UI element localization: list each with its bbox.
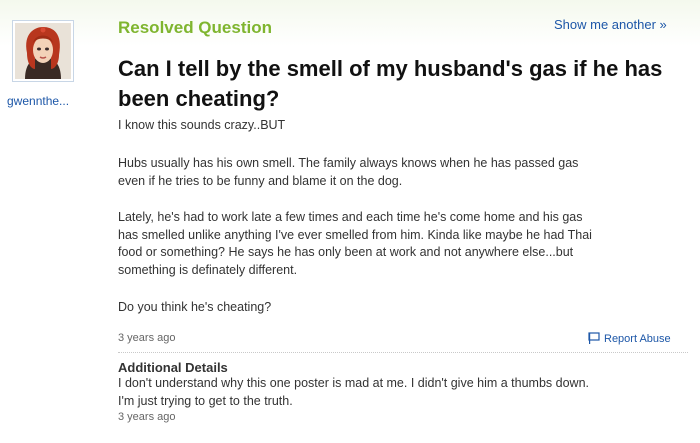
- question-paragraph-4: Do you think he's cheating?: [118, 300, 272, 314]
- resolved-status-label: Resolved Question: [118, 18, 272, 37]
- question-paragraph-2: Hubs usually has his own smell. The fami…: [118, 156, 579, 188]
- report-abuse-label: Report Abuse: [604, 333, 671, 345]
- additional-details-heading: Additional Details: [118, 360, 228, 375]
- asker-username-link[interactable]: gwennthe...: [7, 94, 97, 108]
- question-title: Can I tell by the smell of my husband's …: [118, 56, 663, 111]
- question-timestamp: 3 years ago: [118, 332, 176, 344]
- show-another-link[interactable]: Show me another »: [554, 17, 667, 32]
- question-paragraph-1: I know this sounds crazy..BUT: [118, 118, 286, 132]
- question-paragraph-3: Lately, he's had to work late a few time…: [118, 210, 592, 277]
- avatar-icon: [15, 23, 71, 79]
- additional-details-timestamp: 3 years ago: [118, 411, 176, 423]
- section-divider: [118, 352, 688, 353]
- additional-details-text: I don't understand why this one poster i…: [118, 376, 589, 408]
- report-abuse-link[interactable]: Report Abuse: [588, 332, 671, 345]
- avatar[interactable]: [12, 20, 74, 82]
- question-page: gwennthe... Resolved Question Show me an…: [0, 0, 700, 443]
- flag-icon: [588, 332, 600, 344]
